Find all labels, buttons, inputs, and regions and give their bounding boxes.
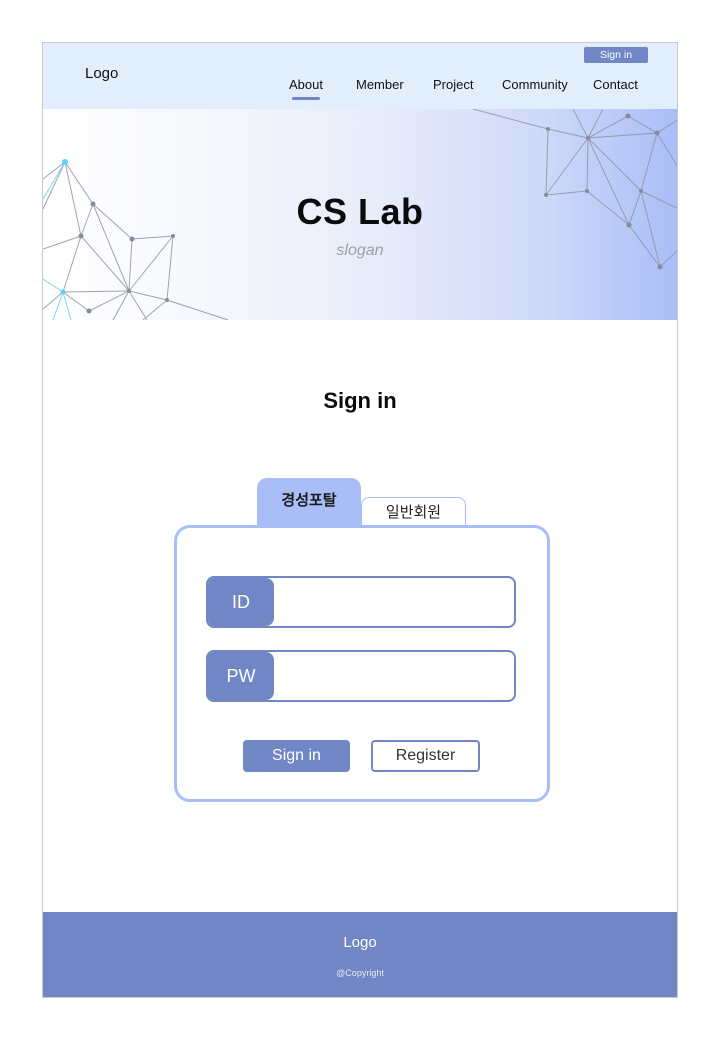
id-input[interactable] bbox=[278, 578, 514, 626]
tab-portal[interactable]: 경성포탈 bbox=[257, 478, 361, 527]
header: Logo Sign in About Member Project Commun… bbox=[43, 43, 677, 109]
hero-banner: CS Lab slogan bbox=[43, 109, 677, 320]
nav-item-contact[interactable]: Contact bbox=[593, 77, 638, 92]
id-field: ID bbox=[206, 576, 516, 628]
page-frame: Logo Sign in About Member Project Commun… bbox=[42, 42, 678, 998]
nav-item-member[interactable]: Member bbox=[356, 77, 404, 92]
tab-general-member[interactable]: 일반회원 bbox=[361, 497, 466, 527]
nav-item-project[interactable]: Project bbox=[433, 77, 473, 92]
hero-title: CS Lab bbox=[296, 191, 424, 232]
footer-copyright: @Copyright bbox=[336, 968, 384, 978]
hero-slogan: slogan bbox=[336, 242, 384, 259]
main-nav: About Member Project Community Contact bbox=[43, 77, 677, 101]
pw-label: PW bbox=[208, 652, 274, 700]
footer-logo[interactable]: Logo bbox=[43, 934, 677, 951]
footer: Logo @Copyright bbox=[43, 912, 677, 997]
sign-in-button[interactable]: Sign in bbox=[243, 740, 350, 772]
nav-item-about[interactable]: About bbox=[289, 77, 323, 100]
page-title: Sign in bbox=[323, 388, 397, 413]
id-label: ID bbox=[208, 578, 274, 626]
pw-field: PW bbox=[206, 650, 516, 702]
register-button[interactable]: Register bbox=[371, 740, 480, 772]
pw-input[interactable] bbox=[278, 652, 514, 700]
header-sign-in-button[interactable]: Sign in bbox=[584, 47, 648, 63]
nav-item-community[interactable]: Community bbox=[502, 77, 568, 92]
